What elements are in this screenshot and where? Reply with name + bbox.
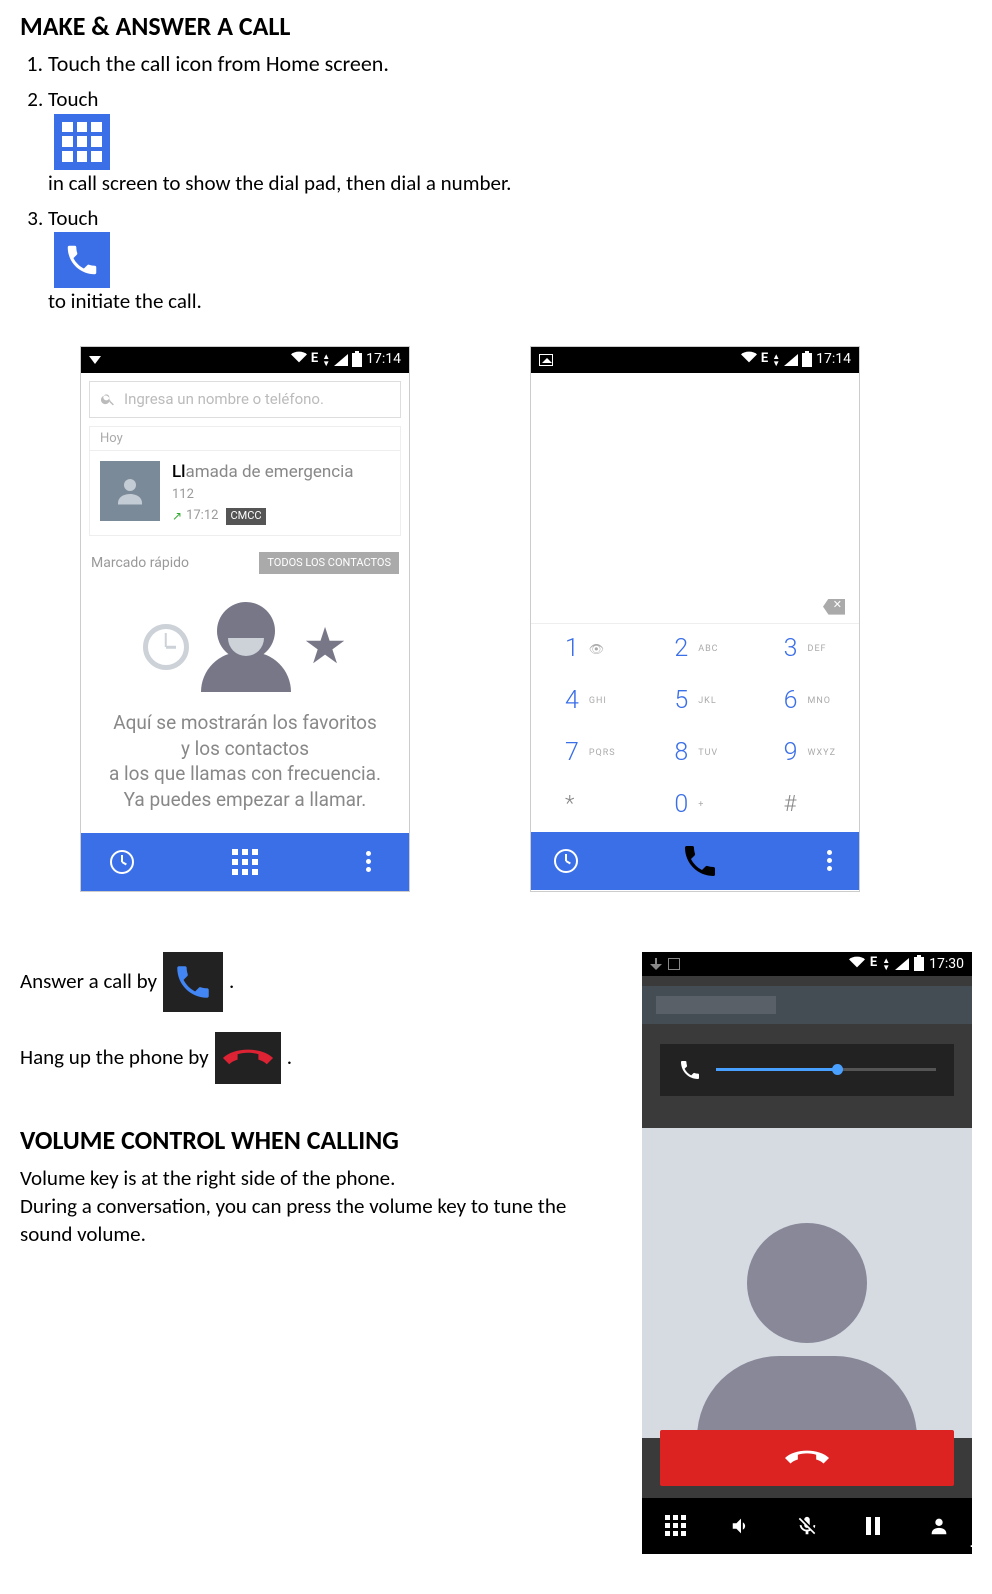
image-notification-icon [539, 354, 553, 366]
key-1[interactable]: 1👁 [531, 624, 640, 676]
star-icon: ★ [303, 622, 348, 672]
key-5[interactable]: 5JKL [640, 676, 749, 728]
clock-text: 17:14 [366, 350, 401, 368]
notification-icon [89, 356, 101, 364]
mute-button[interactable] [774, 1498, 840, 1554]
empty-favorites-graphic: ★ [91, 602, 399, 692]
overflow-menu-button[interactable] [799, 832, 859, 890]
step-2: Touch in call screen to show the dial pa… [48, 86, 972, 197]
screenshot-favorites: E ▲▼ 17:14 Ingresa un nombre o teléfono.… [80, 346, 410, 892]
dialpad-icon [54, 114, 110, 170]
volume-slider[interactable] [716, 1068, 936, 1071]
key-2[interactable]: 2ABC [640, 624, 749, 676]
key-0[interactable]: 0+ [640, 780, 749, 832]
step-3: Touch to initiate the call. [48, 205, 972, 316]
key-9[interactable]: 9WXYZ [750, 728, 859, 780]
outgoing-call-icon: ↗ [172, 509, 182, 525]
key-4[interactable]: 4GHI [531, 676, 640, 728]
dial-keypad: 1👁 2ABC 3DEF 4GHI 5JKL 6MNO 7PQRS 8TUV 9… [531, 623, 859, 832]
dialpad-button[interactable] [163, 833, 327, 891]
steps-list: Touch the call icon from Home screen. To… [20, 50, 972, 316]
phone-icon [678, 1058, 702, 1082]
hold-button[interactable] [840, 1498, 906, 1554]
answer-icon [163, 952, 223, 1012]
network-type: E [311, 351, 318, 368]
wifi-icon [291, 350, 307, 368]
backspace-button[interactable] [823, 599, 845, 615]
clock-text: 17:30 [929, 955, 964, 973]
call-button[interactable] [601, 832, 799, 890]
contact-avatar [100, 461, 160, 521]
battery-icon [352, 353, 362, 367]
answer-call-line: Answer a call by . [20, 952, 612, 1012]
network-type: E [870, 955, 877, 972]
key-7[interactable]: 7PQRS [531, 728, 640, 780]
key-hash[interactable]: # [750, 780, 859, 832]
app-icon [668, 958, 680, 970]
screenshot-in-call: E ▲▼ 17:30 [642, 952, 972, 1554]
call-icon [54, 232, 110, 288]
status-bar: E ▲▼ 17:14 [81, 347, 409, 373]
tab-all-contacts[interactable]: TODOS LOS CONTACTOS [259, 552, 399, 574]
caller-avatar-large [642, 1128, 972, 1438]
end-call-button[interactable] [660, 1430, 954, 1486]
section-heading-make-answer: MAKE & ANSWER A CALL [20, 10, 972, 44]
history-button[interactable] [81, 833, 163, 891]
tab-speed-dial[interactable]: Marcado rápido [91, 554, 189, 572]
step-1: Touch the call icon from Home screen. [48, 50, 972, 79]
clock-icon [143, 624, 189, 670]
volume-paragraph: Volume key is at the right side of the p… [20, 1164, 612, 1249]
battery-icon [914, 957, 924, 971]
today-label: Hoy [89, 426, 401, 450]
caller-name-plate [642, 986, 972, 1024]
recent-call-title: Llamada de emergencia [172, 461, 390, 483]
key-8[interactable]: 8TUV [640, 728, 749, 780]
key-6[interactable]: 6MNO [750, 676, 859, 728]
screenshot-dialer: E ▲▼ 17:14 1👁 2ABC 3DEF 4GHI 5JKL 6MNO 7… [530, 346, 860, 892]
clock-text: 17:14 [816, 350, 851, 368]
hangup-icon [215, 1032, 281, 1084]
wifi-icon [741, 350, 757, 368]
battery-icon [802, 353, 812, 367]
section-heading-volume: VOLUME CONTROL WHEN CALLING [20, 1124, 612, 1158]
status-bar: E ▲▼ 17:30 [642, 952, 972, 976]
speaker-button[interactable] [708, 1498, 774, 1554]
volume-overlay [660, 1044, 954, 1096]
wifi-icon [849, 955, 865, 973]
dialpad-button[interactable] [642, 1498, 708, 1554]
overflow-menu-button[interactable] [327, 833, 409, 891]
history-button[interactable] [531, 832, 601, 890]
signal-icon [784, 354, 798, 366]
add-call-button[interactable]: + [906, 1498, 972, 1554]
key-star[interactable]: * [531, 780, 640, 832]
hangup-line: Hang up the phone by . [20, 1032, 612, 1084]
signal-icon [334, 354, 348, 366]
search-input[interactable]: Ingresa un nombre o teléfono. [89, 381, 401, 419]
signal-icon [895, 958, 909, 970]
status-bar: E ▲▼ 17:14 [531, 347, 859, 373]
carrier-badge: CMCC [226, 508, 265, 524]
download-icon [650, 958, 662, 970]
recent-call-card[interactable]: Llamada de emergencia 112 ↗ 17:12 CMCC [89, 450, 401, 536]
network-type: E [761, 351, 768, 368]
empty-favorites-text: Aquí se mostrarán los favoritos y los co… [91, 710, 399, 813]
key-3[interactable]: 3DEF [750, 624, 859, 676]
